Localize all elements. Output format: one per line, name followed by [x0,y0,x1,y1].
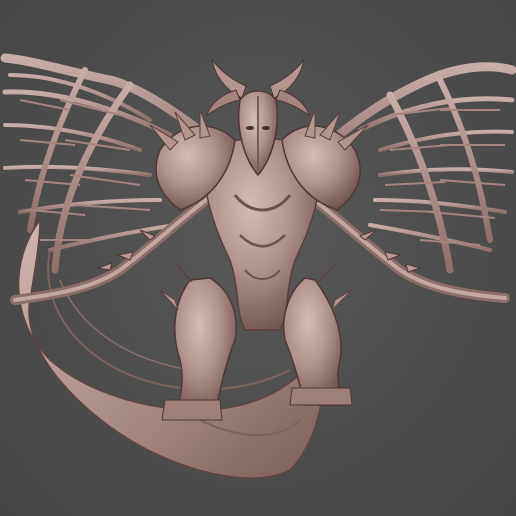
dragon-sculpt-render [0,53,516,479]
right-foot [289,387,353,406]
left-foot [161,399,223,421]
left-leg [159,261,237,416]
viewport-canvas [0,0,516,516]
